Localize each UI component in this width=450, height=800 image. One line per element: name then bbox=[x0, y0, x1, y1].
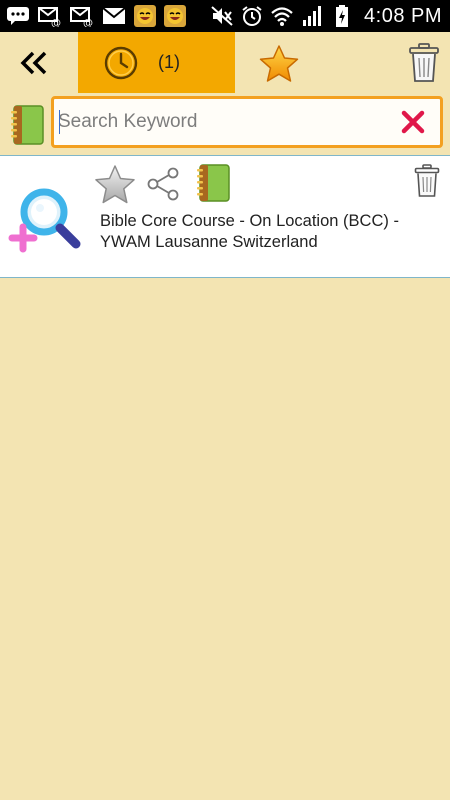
wifi-icon bbox=[270, 5, 294, 27]
battery-icon bbox=[330, 5, 354, 27]
tab-favorites[interactable] bbox=[258, 44, 300, 84]
search-input[interactable] bbox=[58, 103, 388, 141]
result-title: Bible Core Course - On Location (BCC) - … bbox=[100, 212, 399, 251]
notification-icons: @ @ bbox=[6, 4, 186, 28]
status-time: 4:08 PM bbox=[364, 4, 442, 27]
clear-history-button[interactable] bbox=[408, 42, 440, 84]
svg-text:@: @ bbox=[51, 18, 61, 27]
star-icon bbox=[95, 165, 135, 204]
alarm-icon bbox=[240, 5, 264, 27]
clear-search-button[interactable] bbox=[400, 109, 426, 135]
double-chevron-left-icon bbox=[20, 51, 47, 75]
search-row bbox=[0, 93, 450, 155]
trash-icon bbox=[409, 43, 439, 82]
dictionary-button[interactable] bbox=[10, 105, 44, 145]
text-caret bbox=[59, 110, 60, 134]
share-icon bbox=[147, 167, 179, 201]
trash-icon bbox=[414, 164, 440, 197]
star-icon bbox=[259, 45, 299, 82]
signal-icon bbox=[300, 5, 324, 27]
status-bar: @ @ 4:08 PM bbox=[0, 0, 450, 32]
history-count: (1) bbox=[158, 52, 180, 72]
book-icon bbox=[197, 164, 230, 202]
email-icon: @ bbox=[70, 5, 94, 27]
mail-icon bbox=[102, 5, 126, 27]
delete-item-button[interactable] bbox=[414, 164, 440, 198]
emoji-icon bbox=[134, 5, 156, 27]
clock-icon bbox=[104, 46, 138, 80]
back-button[interactable] bbox=[14, 44, 54, 82]
emoji-icon bbox=[164, 5, 186, 27]
svg-text:@: @ bbox=[83, 18, 93, 27]
tab-history[interactable]: (1) bbox=[78, 32, 235, 93]
favorite-button[interactable] bbox=[94, 164, 136, 206]
email-icon: @ bbox=[38, 5, 62, 27]
share-button[interactable] bbox=[146, 167, 180, 201]
magnifier-plus-logo bbox=[8, 188, 81, 253]
list-item[interactable]: Bible Core Course - On Location (BCC) - … bbox=[0, 156, 450, 277]
open-in-dictionary-button[interactable] bbox=[196, 164, 230, 202]
close-icon bbox=[401, 110, 425, 134]
mute-icon bbox=[210, 5, 234, 27]
system-icons: 4:08 PM bbox=[210, 4, 442, 28]
divider bbox=[0, 277, 450, 278]
search-box bbox=[51, 96, 443, 148]
top-toolbar: (1) bbox=[0, 32, 450, 93]
book-icon bbox=[11, 105, 44, 145]
chat-icon bbox=[6, 5, 30, 27]
